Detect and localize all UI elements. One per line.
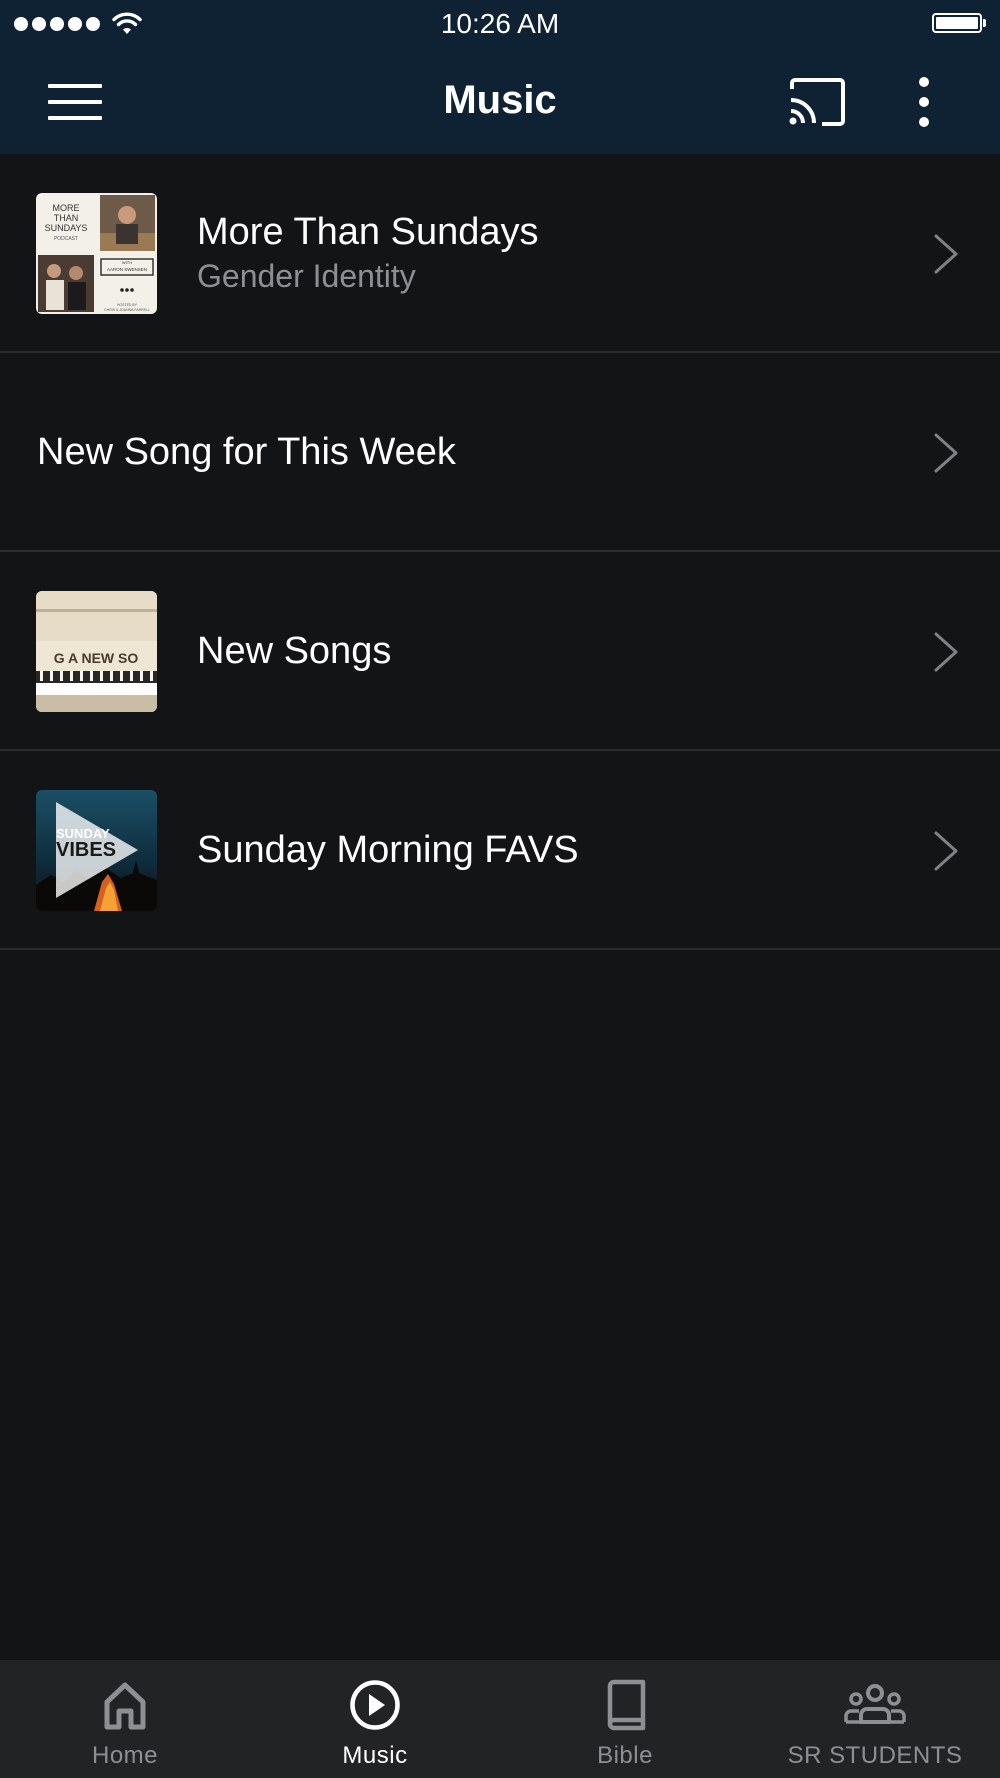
thumb-text: SUNDAYS (45, 223, 88, 233)
chevron-right-icon (934, 632, 958, 672)
thumb-text: VIBES (56, 839, 116, 861)
nav-label: Music (342, 1742, 408, 1769)
nav-item-home[interactable]: Home (0, 1660, 250, 1778)
list-item-title: More Than Sundays (197, 210, 539, 253)
thumb-text: WITH (122, 260, 132, 265)
more-vert-icon (919, 77, 929, 127)
chevron-right-icon (934, 433, 958, 473)
list-item-text: More Than Sundays Gender Identity (197, 154, 539, 351)
nav-item-bible[interactable]: Bible (500, 1660, 750, 1778)
list-item-new-song-for-this-week[interactable]: New Song for This Week (0, 353, 1000, 552)
page-title: Music (443, 78, 557, 122)
home-icon (104, 1682, 146, 1730)
list-item-more-than-sundays[interactable]: MORE THAN SUNDAYS PODCAST WITH AARON SWE… (0, 154, 1000, 353)
sunday-vibes-thumbnail: SUNDAY VIBES (36, 790, 157, 911)
status-time: 10:26 AM (440, 8, 560, 39)
play-circle-icon (350, 1680, 400, 1730)
more-options-button[interactable] (904, 74, 944, 130)
nav-label: Home (91, 1742, 159, 1769)
list-item-text: New Songs (197, 552, 391, 749)
list-item-title: Sunday Morning FAVS (197, 828, 579, 871)
book-icon (607, 1679, 646, 1731)
nav-item-sr-students[interactable]: SR STUDENTS (750, 1660, 1000, 1778)
chevron-right-icon (934, 831, 958, 871)
music-list: MORE THAN SUNDAYS PODCAST WITH AARON SWE… (0, 154, 1000, 950)
bottom-navigation: Home Music Bible SR STUDENTS (0, 1660, 1000, 1778)
nav-label: Bible (597, 1742, 653, 1769)
list-item-text: New Song for This Week (37, 353, 456, 550)
thumb-text: THAN (54, 213, 79, 223)
list-item-subtitle: Gender Identity (197, 257, 416, 294)
group-icon (844, 1684, 906, 1724)
thumb-text: MORE (53, 203, 80, 213)
chevron-right-icon (934, 234, 958, 274)
list-item-sunday-morning-favs[interactable]: SUNDAY VIBES Sunday Morning FAVS (0, 751, 1000, 950)
thumb-text: HOSTED BY (117, 303, 138, 307)
piano-new-songs-thumbnail: G A NEW SO (36, 591, 157, 712)
status-bar: 10:26 AM (0, 0, 1000, 50)
nav-item-music[interactable]: Music (250, 1660, 500, 1778)
thumb-text: G A NEW SO (54, 650, 139, 666)
thumb-text: PODCAST (54, 236, 78, 242)
list-item-title: New Song for This Week (37, 430, 456, 473)
app-bar: Music (0, 50, 1000, 154)
list-item-new-songs[interactable]: G A NEW SO New Songs (0, 552, 1000, 751)
list-item-title: New Songs (197, 629, 392, 672)
cast-button[interactable] (788, 77, 846, 127)
thumb-text: CHRIS & JOANNA FARRELL (104, 308, 150, 312)
nav-label: SR STUDENTS (787, 1742, 963, 1769)
battery-icon (932, 13, 986, 33)
thumb-text: AARON SWENSEN (107, 267, 147, 272)
cast-icon (789, 78, 845, 126)
more-than-sundays-podcast-thumbnail: MORE THAN SUNDAYS PODCAST WITH AARON SWE… (36, 193, 157, 314)
list-item-text: Sunday Morning FAVS (197, 751, 579, 948)
